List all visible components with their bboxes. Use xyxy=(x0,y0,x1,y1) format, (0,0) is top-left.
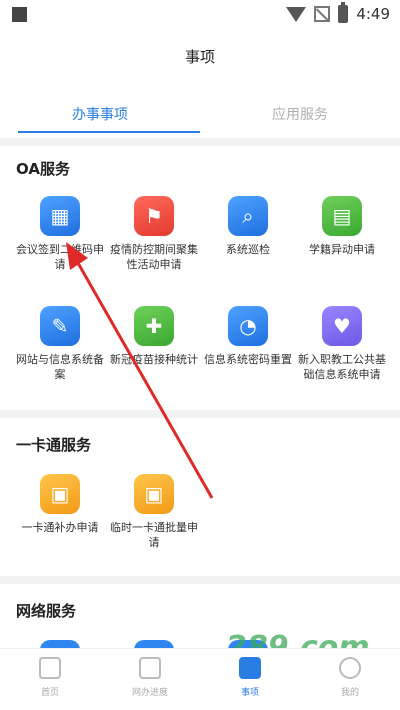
search-icon: ⌕ xyxy=(228,196,268,236)
nav-label: 网办进度 xyxy=(131,688,168,698)
tab-affairs[interactable]: 办事事项 xyxy=(0,96,200,136)
service-item-card-reissue[interactable]: ▣ 一卡通补办申请 xyxy=(10,474,110,535)
status-bar: 4:49 xyxy=(0,0,400,30)
no-signal-icon xyxy=(314,6,331,22)
syringe-icon: ✚ xyxy=(134,306,174,346)
service-item-epidemic-gathering[interactable]: ⚑ 疫情防控期间聚集性活动申请 xyxy=(104,196,204,272)
app-screen: 4:49 事项 办事事项 应用服务 OA服务 ▦ 会议签到二维码申请 ⚑ 疫情防… xyxy=(0,0,400,710)
service-item-system-inspection[interactable]: ⌕ 系统巡检 xyxy=(198,196,298,257)
battery-icon xyxy=(338,2,349,23)
page-title: 事项 xyxy=(184,48,215,66)
contacts-icon: ▤ xyxy=(322,196,362,236)
service-item-student-status[interactable]: ▤ 学籍异动申请 xyxy=(292,196,392,257)
service-item-meeting-qr[interactable]: ▦ 会议签到二维码申请 xyxy=(10,196,110,272)
section-divider xyxy=(0,138,400,146)
id-card-icon: ▣ xyxy=(134,474,174,514)
service-item-label: 学籍异动申请 xyxy=(309,243,375,256)
wifi-icon xyxy=(286,6,307,22)
flag-icon: ⚑ xyxy=(134,196,174,236)
status-time: 4:49 xyxy=(356,5,390,23)
nav-label: 事项 xyxy=(240,688,259,698)
service-item-temp-card-batch[interactable]: ▣ 临时一卡通批量申请 xyxy=(104,474,204,550)
hand-icon: ♥ xyxy=(322,306,362,346)
affairs-icon xyxy=(239,657,261,679)
service-item-label: 信息系统密码重置 xyxy=(204,353,292,366)
qr-code-icon: ▦ xyxy=(40,196,80,236)
id-card-icon: ▣ xyxy=(40,474,80,514)
square-icon xyxy=(12,7,27,22)
service-item-new-staff[interactable]: ♥ 新入职教工公共基础信息系统申请 xyxy=(292,306,392,382)
nav-item-affairs[interactable]: 事项 xyxy=(200,649,300,710)
tab-bar: 办事事项 应用服务 xyxy=(0,96,400,136)
service-item-label: 网站与信息系统备案 xyxy=(16,353,104,381)
nav-item-progress[interactable]: 网办进度 xyxy=(100,649,200,710)
section-title-network: 网络服务 xyxy=(16,602,77,620)
service-item-label: 新入职教工公共基础信息系统申请 xyxy=(298,353,386,381)
profile-icon xyxy=(339,657,361,679)
service-item-label: 系统巡检 xyxy=(226,243,270,256)
monitor-icon xyxy=(139,657,161,679)
service-item-vaccine-stats[interactable]: ✚ 新冠疫苗接种统计 xyxy=(104,306,204,367)
home-icon xyxy=(39,657,61,679)
unlock-icon: ◔ xyxy=(228,306,268,346)
tab-app-services[interactable]: 应用服务 xyxy=(200,96,400,136)
section-title-card: 一卡通服务 xyxy=(16,436,92,454)
nav-label: 我的 xyxy=(340,688,359,698)
bottom-nav: 首页 网办进度 事项 我的 xyxy=(0,648,400,710)
nav-label: 首页 xyxy=(40,688,59,698)
service-item-label: 一卡通补办申请 xyxy=(21,521,99,534)
document-icon: ✎ xyxy=(40,306,80,346)
section-divider xyxy=(0,410,400,418)
section-divider xyxy=(0,576,400,584)
nav-item-mine[interactable]: 我的 xyxy=(300,649,400,710)
service-item-label: 新冠疫苗接种统计 xyxy=(110,353,198,366)
service-item-label: 会议签到二维码申请 xyxy=(16,243,104,271)
service-item-label: 疫情防控期间聚集性活动申请 xyxy=(110,243,198,271)
tab-active-indicator xyxy=(18,131,200,133)
service-item-website-filing[interactable]: ✎ 网站与信息系统备案 xyxy=(10,306,110,382)
nav-item-home[interactable]: 首页 xyxy=(0,649,100,710)
service-item-label: 临时一卡通批量申请 xyxy=(110,521,198,549)
service-item-password-reset[interactable]: ◔ 信息系统密码重置 xyxy=(198,306,298,367)
section-title-oa: OA服务 xyxy=(16,160,70,178)
